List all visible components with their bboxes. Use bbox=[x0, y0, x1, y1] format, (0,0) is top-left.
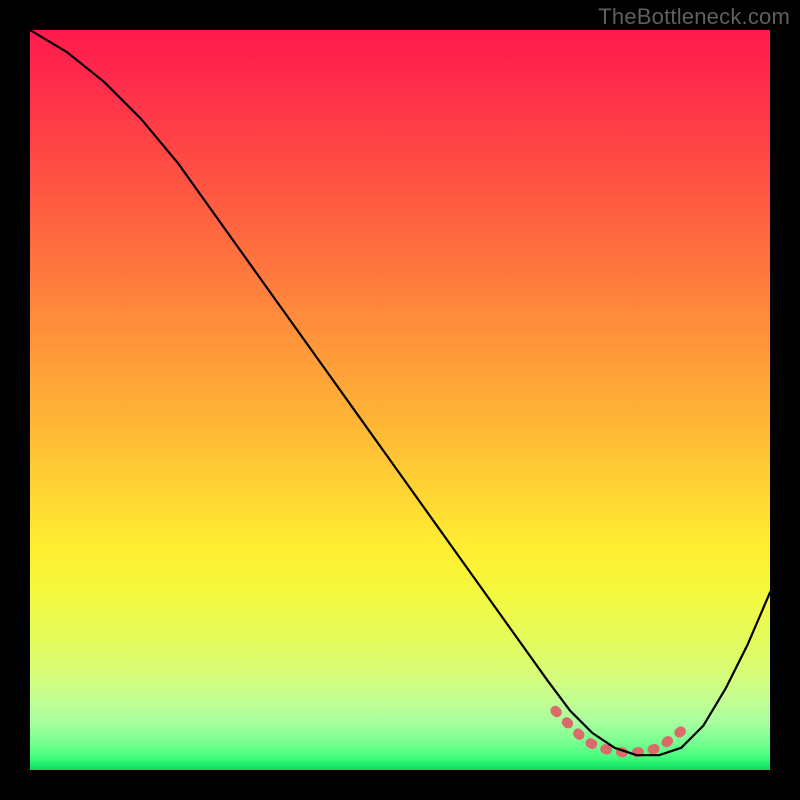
gradient-background bbox=[30, 30, 770, 770]
bottleneck-plot bbox=[30, 30, 770, 770]
watermark-text: TheBottleneck.com bbox=[598, 4, 790, 30]
chart-frame: TheBottleneck.com bbox=[0, 0, 800, 800]
plot-svg bbox=[30, 30, 770, 770]
